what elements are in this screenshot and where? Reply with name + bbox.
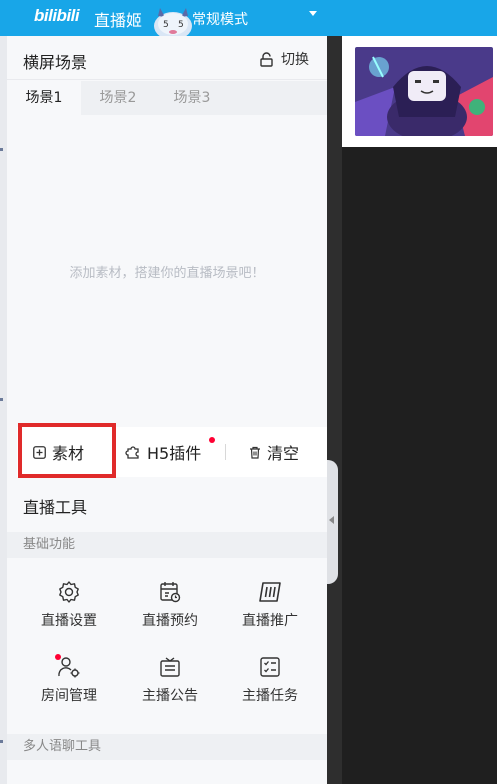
clear-button[interactable]: 清空 (249, 427, 299, 477)
tool-announcement[interactable]: 主播公告 (122, 655, 218, 705)
collapse-handle[interactable] (327, 460, 338, 584)
preview-thumbnail-area (342, 36, 497, 147)
switch-button[interactable]: 切换 (260, 50, 309, 68)
panel-splitter[interactable] (327, 36, 342, 784)
scene-panel-header: 横屏场景 切换 (7, 36, 327, 80)
trash-icon (250, 446, 260, 459)
svg-text:5: 5 (178, 20, 184, 30)
tool-live-promotion[interactable]: 直播推广 (222, 580, 318, 630)
tool-label: 主播任务 (242, 688, 298, 704)
tab-scene-1[interactable]: 场景1 (7, 81, 81, 115)
announcement-icon (160, 657, 180, 677)
chevron-left-icon (329, 516, 334, 524)
preview-thumbnail[interactable] (355, 47, 493, 136)
edge-marker (0, 398, 3, 401)
live-tools-title: 直播工具 (23, 498, 88, 517)
scene-canvas-area[interactable]: 添加素材，搭建你的直播场景吧！ (7, 115, 327, 427)
svg-text:5: 5 (163, 20, 169, 30)
mascot-icon: 5 5 (154, 8, 192, 36)
title-bar: bilibili 直播姬 5 5 常规模式 (0, 0, 497, 36)
tool-room-management[interactable]: 房间管理 (21, 655, 117, 705)
bilibili-logo: bilibili (34, 6, 80, 25)
scene-tabs: 场景1 场景2 场景3 (7, 81, 327, 115)
tool-live-settings[interactable]: 直播设置 (21, 580, 117, 630)
ticket-icon (259, 582, 281, 602)
scene-panel: 横屏场景 切换 场景1 场景2 场景3 添加素材，搭建你的直播场景吧！ 素材 H… (7, 36, 327, 784)
edge-marker (0, 148, 3, 151)
tool-label: 直播推广 (242, 613, 298, 629)
tab-scene-3[interactable]: 场景3 (155, 81, 229, 115)
puzzle-icon (125, 446, 139, 459)
clear-label: 清空 (267, 444, 300, 463)
scene-panel-title: 横屏场景 (23, 53, 88, 72)
material-highlight-box (18, 423, 116, 478)
task-list-icon (260, 657, 280, 677)
tool-label: 房间管理 (41, 688, 97, 704)
mode-selector[interactable]: 常规模式 (192, 9, 248, 29)
section-multi-voice-tools: 多人语聊工具 (7, 734, 327, 760)
h5-plugin-label: H5插件 (147, 444, 202, 463)
preview-canvas[interactable] (342, 147, 497, 784)
app-title: 直播姬 (94, 11, 143, 30)
edge-marker (0, 740, 3, 743)
tool-label: 主播公告 (142, 688, 198, 704)
chevron-down-icon[interactable] (309, 11, 317, 16)
empty-scene-hint: 添加素材，搭建你的直播场景吧！ (69, 266, 265, 281)
tool-streamer-tasks[interactable]: 主播任务 (222, 655, 318, 705)
lock-icon (260, 51, 273, 67)
tab-scene-2[interactable]: 场景2 (81, 81, 155, 115)
tool-label: 直播预约 (142, 613, 198, 629)
gear-icon (59, 581, 79, 603)
calendar-clock-icon (160, 582, 181, 603)
h5-plugin-badge (209, 437, 215, 443)
h5-plugin-button[interactable]: H5插件 (125, 427, 201, 477)
tool-label: 直播设置 (41, 613, 97, 629)
action-divider (225, 444, 226, 460)
room-management-badge (55, 654, 61, 660)
tool-live-schedule[interactable]: 直播预约 (122, 580, 218, 630)
section-basic-functions: 基础功能 (7, 532, 327, 558)
left-edge-strip (0, 36, 7, 784)
switch-label: 切换 (281, 52, 309, 68)
character-artwork-image (355, 47, 493, 136)
